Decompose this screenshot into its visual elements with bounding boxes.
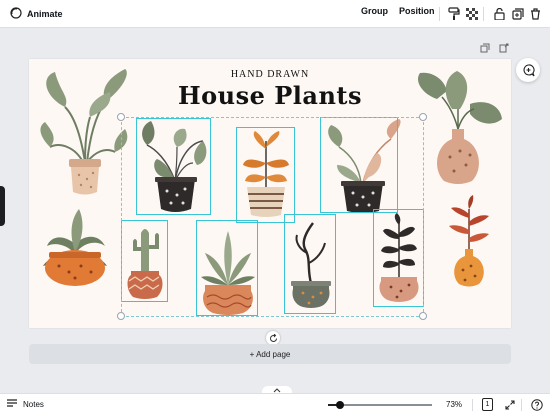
add-page-icon[interactable] [497, 41, 511, 55]
trash-icon[interactable] [528, 6, 543, 21]
resize-handle-top-left[interactable] [117, 113, 125, 121]
side-panel-tab[interactable] [0, 186, 5, 226]
paint-roller-icon[interactable] [446, 6, 461, 21]
add-comment-icon[interactable] [516, 58, 540, 82]
animate-label: Animate [27, 9, 63, 19]
bottom-divider [521, 399, 522, 411]
unlock-icon[interactable] [492, 6, 507, 21]
fullscreen-icon[interactable] [503, 398, 516, 411]
bottom-bar: Notes 73% 1 [0, 393, 550, 415]
add-page-button[interactable]: + Add page [29, 344, 511, 364]
top-toolbar: Animate Group Position [0, 0, 550, 28]
plant-red-branch-vase[interactable] [441, 194, 497, 289]
resize-handle-top-right[interactable] [419, 113, 427, 121]
notes-label: Notes [23, 399, 44, 409]
transparency-icon[interactable] [464, 6, 479, 21]
rotate-icon[interactable] [266, 331, 280, 345]
resize-handle-bottom-right[interactable] [419, 312, 427, 320]
notes-button[interactable]: Notes [6, 398, 44, 410]
position-button[interactable]: Position [399, 6, 435, 16]
plant-orange-round-pot[interactable] [39, 204, 111, 289]
toolbar-divider [439, 7, 440, 21]
group-selection-box[interactable] [121, 117, 424, 317]
design-page[interactable]: HAND DRAWN House Plants [29, 59, 511, 328]
animate-button[interactable]: Animate [6, 4, 67, 24]
pages-icon[interactable]: 1 [482, 398, 493, 411]
resize-handle-bottom-left[interactable] [117, 312, 125, 320]
zoom-slider[interactable] [328, 401, 432, 409]
notes-icon [6, 398, 18, 410]
duplicate-page-icon[interactable] [478, 41, 492, 55]
zoom-slider-thumb[interactable] [336, 401, 345, 409]
duplicate-icon[interactable] [510, 6, 525, 21]
toolbar-divider [483, 7, 484, 21]
help-icon[interactable] [530, 398, 543, 411]
bottom-divider [472, 399, 473, 411]
animate-icon [10, 7, 22, 21]
zoom-value[interactable]: 73% [446, 400, 462, 409]
plant-tall-leaves-peach-pot[interactable] [35, 67, 131, 197]
group-button[interactable]: Group [361, 6, 388, 16]
plant-monstera-vase[interactable] [412, 69, 504, 189]
